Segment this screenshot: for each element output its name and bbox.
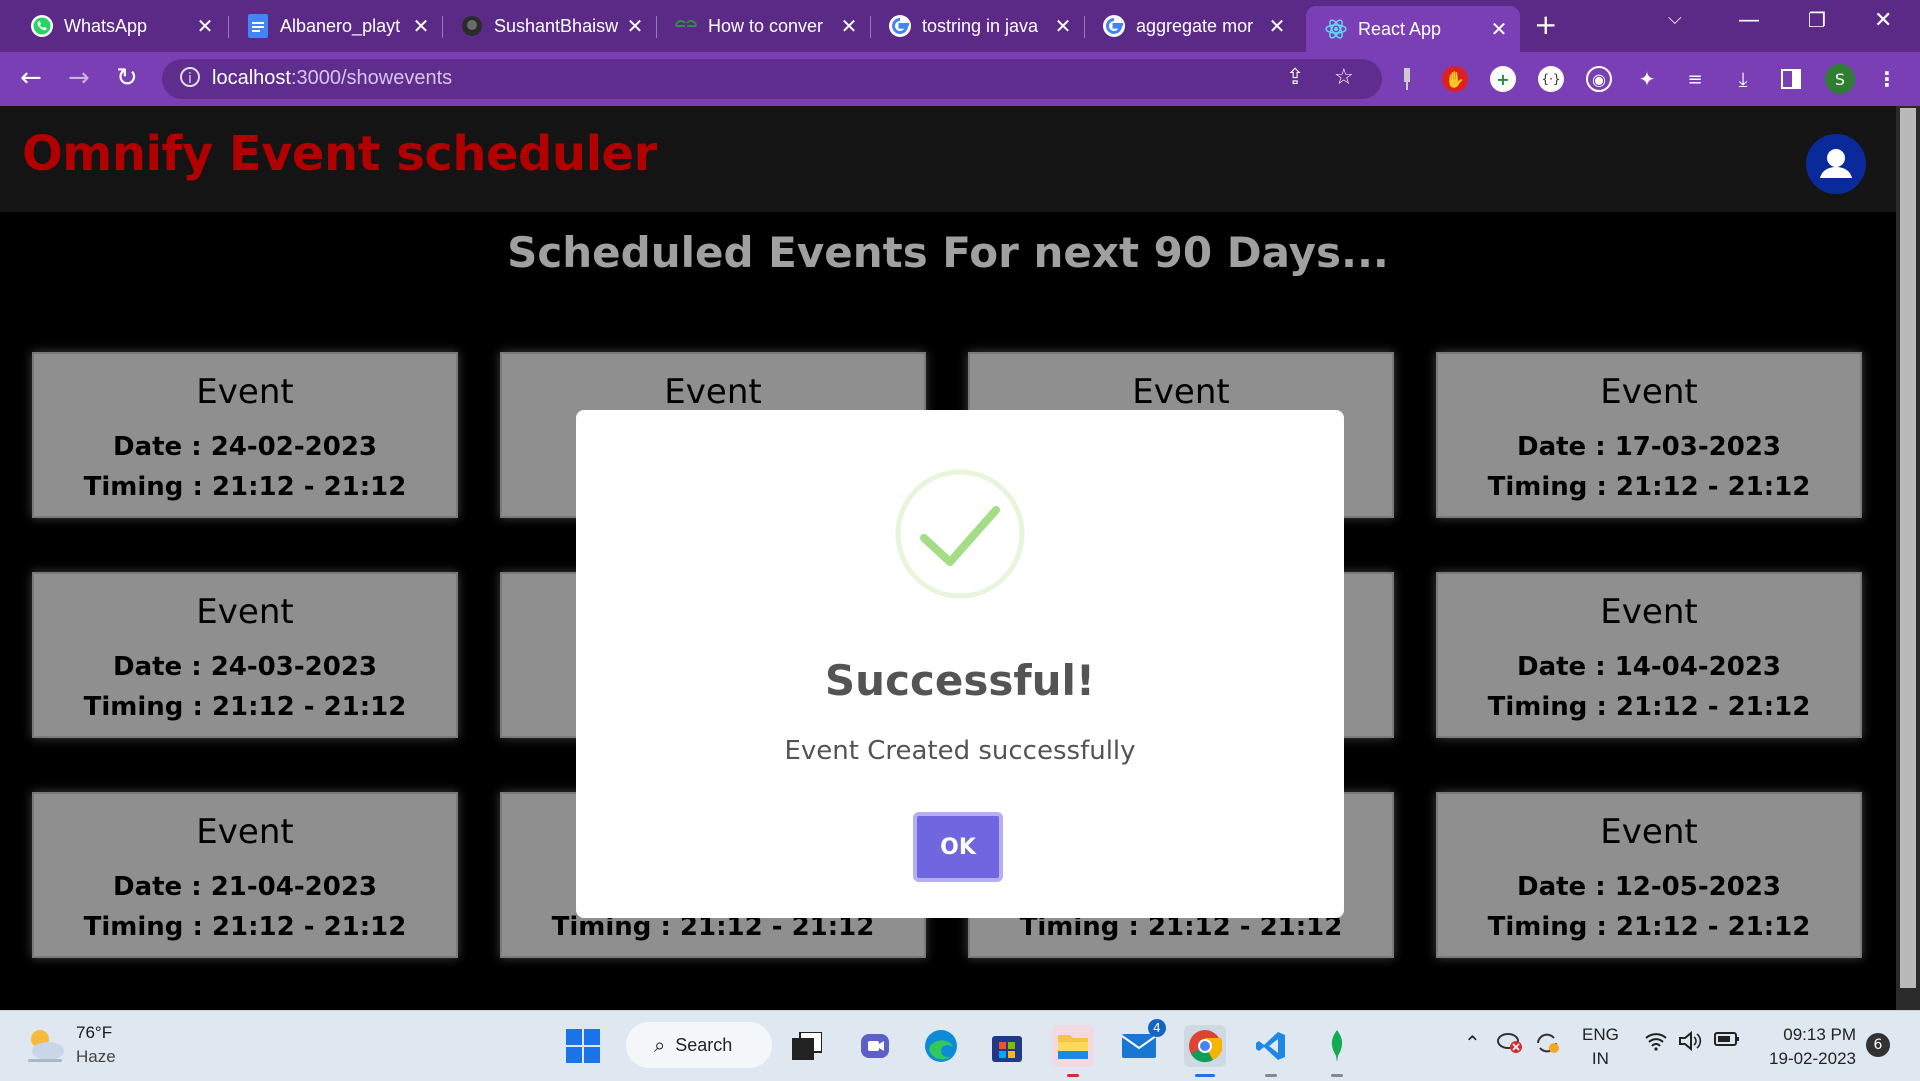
site-info-icon[interactable]: i [180, 67, 200, 87]
minimize-button[interactable]: — [1738, 8, 1760, 33]
bookmark-star-icon[interactable]: ☆ [1334, 65, 1354, 90]
forward-button[interactable]: → [68, 63, 90, 93]
active-indicator [1195, 1074, 1215, 1077]
system-clock[interactable]: 09:13 PM 19-02-2023 [1760, 1023, 1856, 1071]
new-tab-button[interactable]: + [1534, 8, 1557, 41]
extensions-puzzle-icon[interactable]: ✦ [1634, 66, 1660, 92]
taskbar-search[interactable]: ⌕ Search [626, 1022, 772, 1068]
tab-label: How to conver [708, 15, 824, 36]
react-icon [1324, 17, 1348, 41]
ok-button[interactable]: OK [913, 812, 1003, 882]
input-language[interactable]: ENG IN [1582, 1023, 1619, 1071]
share-icon[interactable]: ⇪ [1286, 65, 1304, 90]
tab-label: SushantBhaisw [494, 15, 619, 36]
windows-start-icon[interactable] [562, 1025, 604, 1067]
wifi-icon[interactable] [1644, 1031, 1668, 1056]
close-icon[interactable]: ✕ [1264, 14, 1290, 39]
close-icon[interactable]: ✕ [192, 14, 218, 39]
restore-button[interactable]: ❐ [1808, 8, 1826, 32]
tab-label: Albanero_playt [280, 15, 401, 36]
battery-icon[interactable] [1714, 1031, 1740, 1052]
record-extension-icon[interactable]: ◉ [1586, 66, 1612, 92]
close-icon[interactable]: ✕ [1486, 17, 1512, 42]
side-panel-icon[interactable] [1778, 66, 1804, 92]
whatsapp-icon [30, 14, 54, 38]
close-window-button[interactable]: ✕ [1874, 8, 1892, 33]
edge-browser-icon[interactable] [920, 1025, 962, 1067]
dialog-message: Event Created successfully [784, 736, 1136, 766]
back-button[interactable]: ← [20, 63, 42, 93]
notification-count[interactable]: 6 [1866, 1033, 1890, 1057]
active-indicator [1331, 1074, 1343, 1077]
tab-label: WhatsApp [64, 15, 148, 36]
scrollbar-thumb[interactable] [1900, 108, 1916, 988]
region-code: IN [1591, 1049, 1609, 1068]
microsoft-store-icon[interactable] [986, 1025, 1028, 1067]
google-docs-icon [246, 14, 270, 38]
chrome-icon[interactable] [1184, 1025, 1226, 1077]
download-icon[interactable]: ⤓ [1730, 66, 1756, 92]
address-bar[interactable]: i localhost:3000/showevents ⇪ ☆ [162, 59, 1382, 99]
modal-overlay: Successful! Event Created successfully O… [0, 106, 1896, 1010]
browser-tab-strip: WhatsApp ✕ Albanero_playt ✕ SushantBhais… [0, 0, 1920, 52]
add-extension-icon[interactable]: + [1490, 66, 1516, 92]
close-icon[interactable]: ✕ [836, 14, 862, 39]
profile-avatar[interactable]: S [1825, 64, 1855, 94]
url-host: localhost [212, 67, 291, 89]
vscode-icon[interactable] [1250, 1025, 1292, 1077]
mail-icon[interactable]: 4 [1118, 1019, 1166, 1067]
browser-toolbar: ← → ↻ i localhost:3000/showevents ⇪ ☆ ✋ … [0, 52, 1920, 106]
url-path: :3000/showevents [290, 67, 453, 89]
tab-google-tostring[interactable]: tostring in java ✕ [870, 6, 1084, 46]
tab-google-aggregate[interactable]: aggregate mor ✕ [1084, 6, 1298, 46]
dialog-title: Successful! [824, 656, 1096, 705]
browser-menu-icon[interactable]: ⋮ [1874, 66, 1900, 92]
tab-albanero[interactable]: Albanero_playt ✕ [228, 6, 442, 46]
language-code: ENG [1582, 1025, 1619, 1044]
github-icon [460, 14, 484, 38]
sync-icon[interactable] [1534, 1031, 1560, 1060]
success-check-icon [894, 468, 1026, 600]
json-extension-icon[interactable]: {·} [1538, 66, 1564, 92]
adblock-icon[interactable]: ✋ [1442, 66, 1468, 92]
media-controls-icon[interactable]: ≡ [1682, 66, 1708, 92]
tab-label: aggregate mor [1136, 15, 1254, 36]
task-view-icon[interactable] [786, 1025, 828, 1067]
reload-button[interactable]: ↻ [116, 63, 138, 93]
url-text[interactable]: localhost:3000/showevents [212, 67, 452, 90]
close-icon[interactable]: ✕ [1050, 14, 1076, 39]
active-indicator [1265, 1074, 1277, 1077]
mail-badge: 4 [1148, 1019, 1166, 1037]
extension-pin-icon[interactable] [1394, 66, 1420, 92]
tab-whatsapp[interactable]: WhatsApp ✕ [12, 6, 226, 46]
tab-github[interactable]: SushantBhaisw ✕ [442, 6, 656, 46]
active-indicator [1067, 1074, 1079, 1077]
show-hidden-icons[interactable]: ⌃ [1464, 1031, 1481, 1056]
search-icon: ⌕ [654, 1033, 666, 1057]
close-icon[interactable]: ✕ [408, 14, 434, 39]
onedrive-error-icon[interactable] [1496, 1031, 1524, 1060]
clock-date: 19-02-2023 [1769, 1049, 1856, 1068]
weather-condition[interactable]: Haze [76, 1047, 116, 1067]
teams-chat-icon[interactable] [854, 1025, 896, 1067]
tab-search-icon[interactable]: ⌵ [1668, 8, 1682, 29]
tab-label: tostring in java [922, 15, 1039, 36]
tab-geeksforgeeks[interactable]: How to conver ✕ [656, 6, 870, 46]
search-label: Search [675, 1034, 733, 1055]
mongodb-icon[interactable] [1316, 1025, 1358, 1077]
file-explorer-icon[interactable] [1052, 1025, 1094, 1077]
geeksforgeeks-icon [674, 14, 698, 38]
windows-taskbar: 76°F Haze ⌕ Search 4 ⌃ ENG IN 09:13 PM 1… [0, 1010, 1920, 1081]
tab-label: React App [1358, 18, 1442, 39]
volume-icon[interactable] [1678, 1030, 1702, 1056]
google-icon [1102, 14, 1126, 38]
weather-haze-icon[interactable] [24, 1027, 68, 1067]
clock-time: 09:13 PM [1783, 1025, 1856, 1044]
page-scrollbar[interactable] [1896, 106, 1920, 1010]
google-icon [888, 14, 912, 38]
tab-react-app[interactable]: React App ✕ [1306, 6, 1520, 52]
success-dialog: Successful! Event Created successfully O… [576, 410, 1344, 918]
weather-temperature[interactable]: 76°F [76, 1023, 112, 1043]
close-icon[interactable]: ✕ [622, 14, 648, 39]
